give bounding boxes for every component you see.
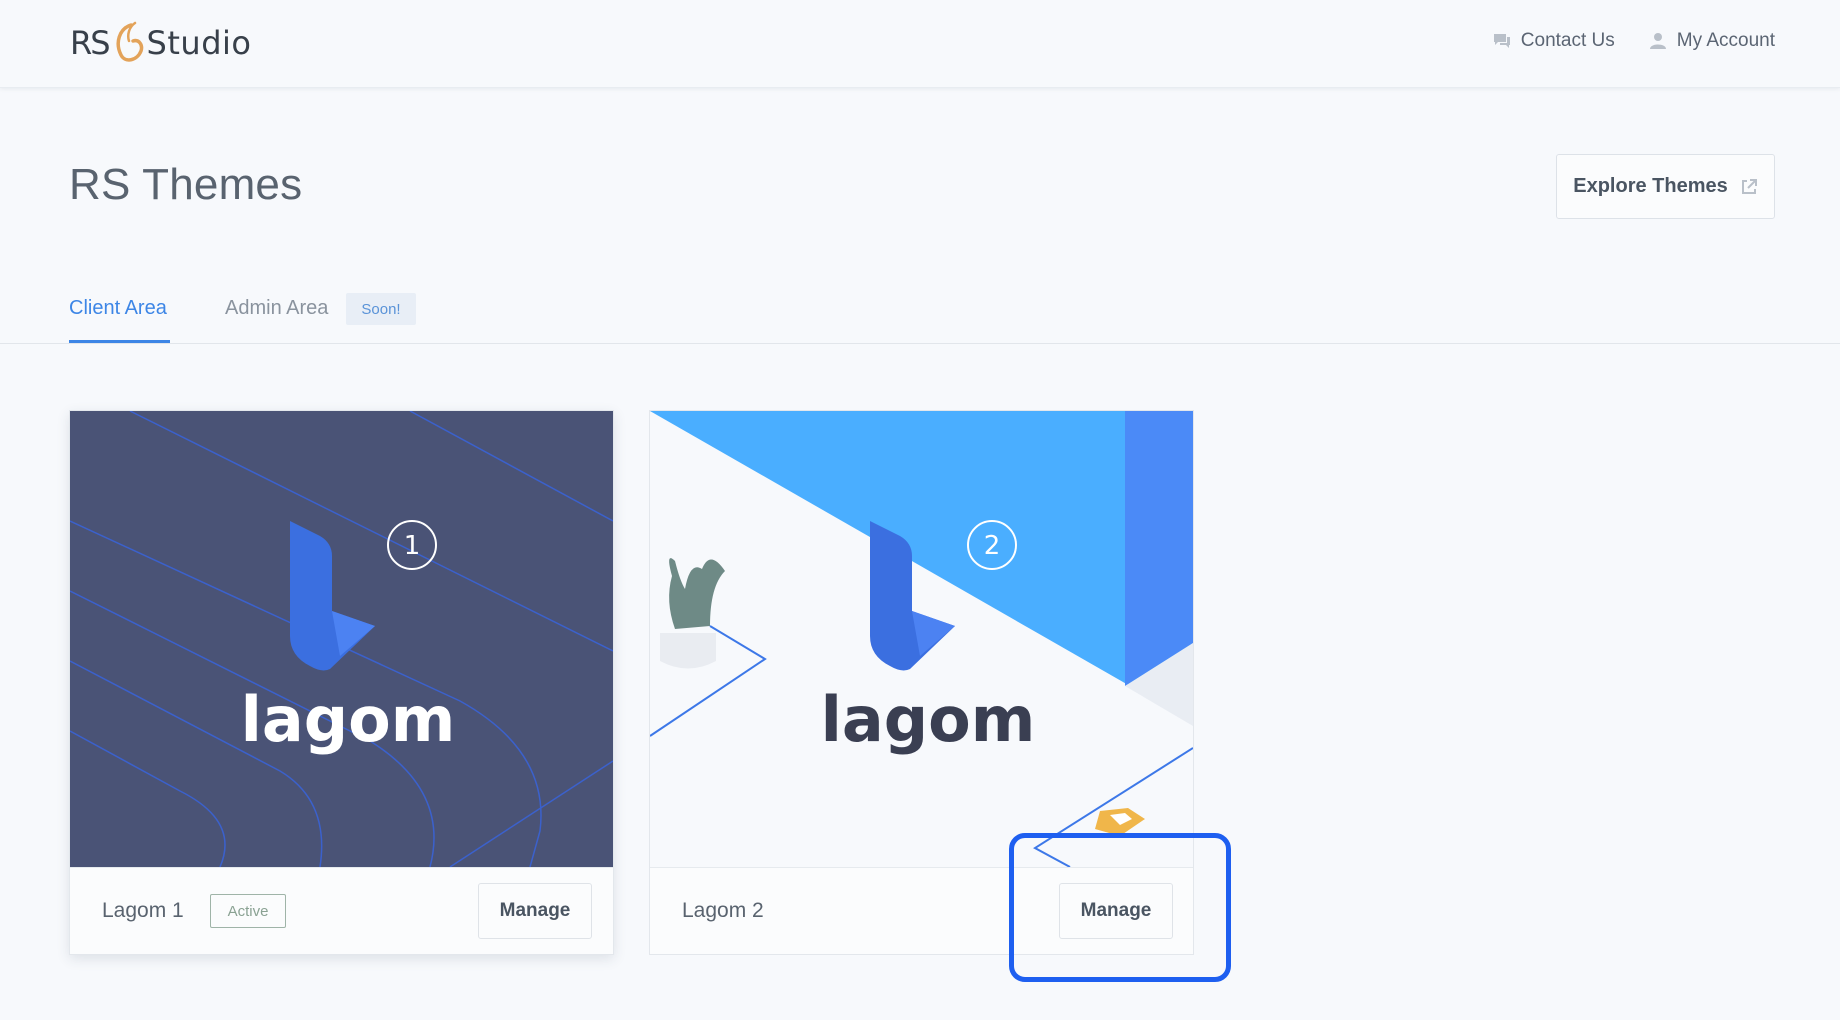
active-tab-indicator xyxy=(69,340,170,343)
logo-rs-text: RS xyxy=(70,24,111,62)
chat-icon xyxy=(1493,34,1510,48)
theme-card-lagom-2: 2 lagom Lagom 2 Manage xyxy=(649,410,1194,955)
theme-preview-lagom-1: 1 lagom xyxy=(70,411,613,867)
card1-number: 1 xyxy=(404,531,421,561)
logo-swirl-icon xyxy=(116,21,143,62)
tab-admin-area[interactable]: Admin Area xyxy=(225,297,328,320)
theme-name: Lagom 1 xyxy=(102,899,184,922)
my-account-label: My Account xyxy=(1676,30,1775,51)
manage-button-lagom-2[interactable]: Manage xyxy=(1059,883,1173,939)
external-link-icon xyxy=(1741,178,1757,194)
page-title: RS Themes xyxy=(69,160,303,209)
contact-us-link[interactable]: Contact Us xyxy=(1493,30,1615,52)
contact-us-label: Contact Us xyxy=(1520,30,1615,51)
card-footer: Lagom 2 Manage xyxy=(650,867,1193,954)
theme-preview-lagom-2: 2 lagom xyxy=(650,411,1193,867)
card1-lagom-wordmark: lagom xyxy=(241,683,456,756)
theme-card-lagom-1: 1 lagom Lagom 1 Active Manage xyxy=(69,410,614,955)
theme-name: Lagom 2 xyxy=(682,899,764,922)
area-tabs: Client Area Admin Area Soon! xyxy=(0,285,1840,344)
manage-button-lagom-1[interactable]: Manage xyxy=(478,883,592,939)
user-icon xyxy=(1649,33,1666,49)
card-footer: Lagom 1 Active Manage xyxy=(70,867,613,954)
tab-client-area[interactable]: Client Area xyxy=(69,297,167,320)
card2-number: 2 xyxy=(984,531,1001,561)
soon-badge: Soon! xyxy=(346,293,416,325)
explore-themes-button[interactable]: Explore Themes xyxy=(1556,154,1775,219)
my-account-link[interactable]: My Account xyxy=(1649,30,1775,52)
card2-lagom-wordmark: lagom xyxy=(821,683,1036,756)
explore-themes-label: Explore Themes xyxy=(1573,175,1728,197)
top-navbar: RS Studio Contact Us My Account xyxy=(0,0,1840,88)
rs-studio-logo[interactable]: RS Studio xyxy=(70,20,251,66)
header-nav: Contact Us My Account xyxy=(1493,30,1775,52)
logo-studio-text: Studio xyxy=(146,24,252,62)
active-badge: Active xyxy=(210,894,286,928)
